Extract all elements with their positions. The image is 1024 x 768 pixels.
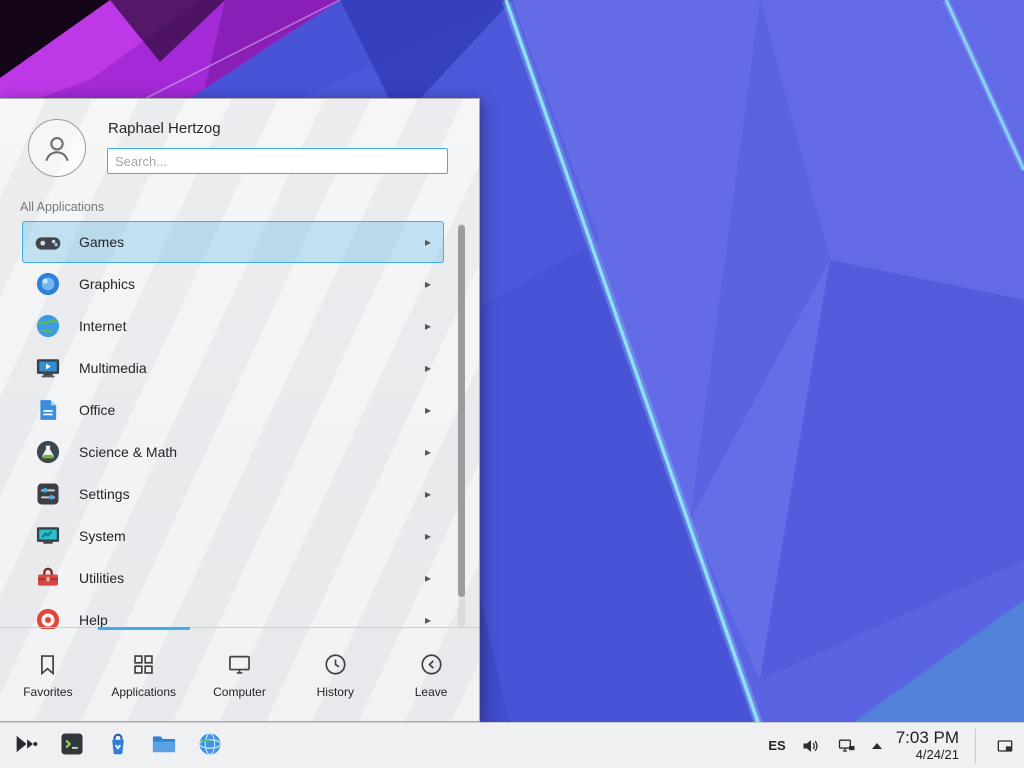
tab-history[interactable]: History (287, 628, 383, 721)
search-input[interactable] (107, 148, 448, 174)
clock-button[interactable]: 7:03 PM 4/24/21 (896, 728, 961, 762)
category-games[interactable]: Games ▸ (22, 221, 444, 263)
app-launcher-icon (12, 730, 40, 761)
category-label: Utilities (79, 570, 124, 586)
app-launcher-button[interactable] (8, 728, 44, 764)
tab-label: History (317, 685, 354, 699)
scrollbar[interactable] (458, 223, 465, 627)
favorites-icon (34, 651, 61, 678)
section-label: All Applications (20, 200, 104, 214)
tab-applications[interactable]: Applications (96, 628, 192, 721)
pinned-app-software-center[interactable] (100, 728, 136, 764)
category-help[interactable]: Help ▸ (22, 599, 444, 629)
pinned-app-web-browser[interactable] (192, 728, 228, 764)
tray-expand-button[interactable] (872, 743, 882, 749)
category-label: Office (79, 402, 115, 418)
category-label: System (79, 528, 126, 544)
pinned-app-terminal[interactable] (54, 728, 90, 764)
category-label: Games (79, 234, 124, 250)
network-icon[interactable] (836, 735, 858, 757)
keyboard-layout-button[interactable]: ES (768, 738, 785, 753)
submenu-arrow-icon: ▸ (425, 235, 431, 249)
category-label: Settings (79, 486, 130, 502)
show-desktop-icon (995, 736, 1015, 756)
category-system[interactable]: System ▸ (22, 515, 444, 557)
leave-icon (418, 651, 445, 678)
submenu-arrow-icon: ▸ (425, 487, 431, 501)
tab-label: Favorites (23, 685, 72, 699)
category-list: Games ▸ Graphics ▸ Internet ▸ Multimedia… (22, 221, 444, 629)
application-launcher: Raphael Hertzog All Applications Games ▸… (0, 98, 480, 722)
utilities-icon (33, 563, 63, 593)
web-browser-icon (196, 730, 224, 761)
category-utilities[interactable]: Utilities ▸ (22, 557, 444, 599)
system-tray: ES 7:03 PM 4/24/21 (768, 727, 1020, 765)
clock-time: 7:03 PM (896, 728, 959, 748)
taskbar: ES 7:03 PM 4/24/21 (0, 722, 1024, 768)
category-office[interactable]: Office ▸ (22, 389, 444, 431)
category-label: Graphics (79, 276, 135, 292)
tray-separator (975, 729, 976, 763)
category-settings[interactable]: Settings ▸ (22, 473, 444, 515)
category-label: Science & Math (79, 444, 177, 460)
clock-date: 4/24/21 (896, 748, 959, 763)
applications-icon (130, 651, 157, 678)
pinned-app-file-manager[interactable] (146, 728, 182, 764)
tab-bar: Favorites Applications Computer History (0, 627, 479, 721)
computer-icon (226, 651, 253, 678)
tab-label: Computer (213, 685, 266, 699)
system-icon (33, 521, 63, 551)
tab-favorites[interactable]: Favorites (0, 628, 96, 721)
science-icon (33, 437, 63, 467)
show-desktop-button[interactable] (990, 727, 1020, 765)
file-manager-icon (150, 730, 178, 761)
help-icon (33, 605, 63, 629)
tab-leave[interactable]: Leave (383, 628, 479, 721)
volume-icon[interactable] (800, 735, 822, 757)
office-icon (33, 395, 63, 425)
internet-icon (33, 311, 63, 341)
multimedia-icon (33, 353, 63, 383)
settings-icon (33, 479, 63, 509)
history-icon (322, 651, 349, 678)
category-graphics[interactable]: Graphics ▸ (22, 263, 444, 305)
category-internet[interactable]: Internet ▸ (22, 305, 444, 347)
software-center-icon (104, 730, 132, 761)
submenu-arrow-icon: ▸ (425, 277, 431, 291)
category-label: Multimedia (79, 360, 147, 376)
category-label: Internet (79, 318, 126, 334)
user-name: Raphael Hertzog (108, 120, 221, 137)
scrollbar-thumb[interactable] (458, 225, 465, 597)
submenu-arrow-icon: ▸ (425, 403, 431, 417)
submenu-arrow-icon: ▸ (425, 319, 431, 333)
graphics-icon (33, 269, 63, 299)
tab-label: Leave (415, 685, 448, 699)
category-science-math[interactable]: Science & Math ▸ (22, 431, 444, 473)
terminal-icon (58, 730, 86, 761)
submenu-arrow-icon: ▸ (425, 613, 431, 627)
tab-label: Applications (111, 685, 176, 699)
submenu-arrow-icon: ▸ (425, 529, 431, 543)
submenu-arrow-icon: ▸ (425, 445, 431, 459)
category-multimedia[interactable]: Multimedia ▸ (22, 347, 444, 389)
avatar[interactable] (28, 119, 86, 177)
tab-computer[interactable]: Computer (192, 628, 288, 721)
submenu-arrow-icon: ▸ (425, 361, 431, 375)
submenu-arrow-icon: ▸ (425, 571, 431, 585)
category-label: Help (79, 612, 108, 628)
games-icon (33, 227, 63, 257)
